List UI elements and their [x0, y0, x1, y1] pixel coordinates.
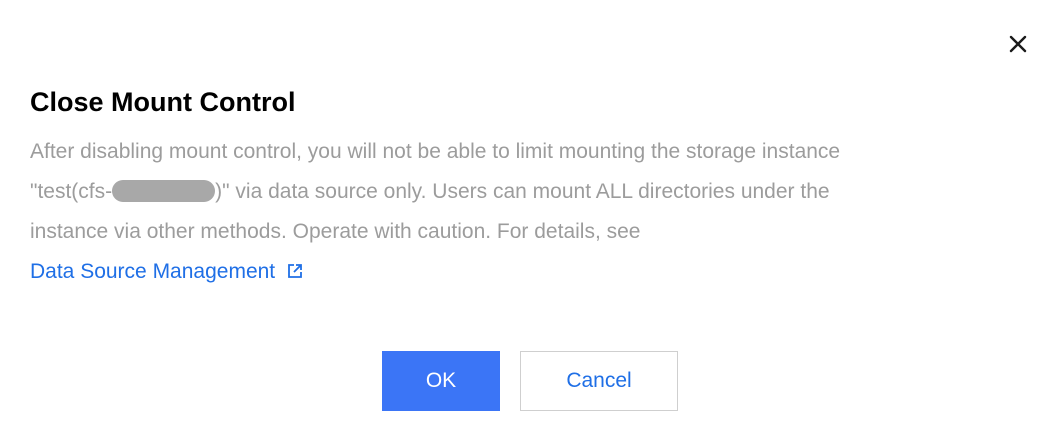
data-source-management-link[interactable]: Data Source Management	[30, 252, 303, 293]
dialog-message: After disabling mount control, you will …	[30, 132, 1010, 252]
close-icon	[1009, 35, 1027, 53]
message-line-2-suffix: )" via data source only. Users can mount…	[215, 180, 830, 203]
message-line-1: After disabling mount control, you will …	[30, 140, 841, 163]
message-line-2-prefix: "test(cfs-	[30, 180, 113, 203]
redacted-instance-id	[112, 180, 216, 202]
link-label: Data Source Management	[30, 260, 276, 283]
dialog-title: Close Mount Control	[30, 87, 296, 117]
close-button[interactable]	[1006, 32, 1030, 56]
message-line-2: "test(cfs- )" via data source only. Users…	[30, 172, 1010, 212]
message-line-3: instance via other methods. Operate with…	[30, 220, 641, 243]
ok-button[interactable]: OK	[382, 351, 500, 411]
close-mount-control-dialog: Close Mount Control After disabling moun…	[0, 0, 1052, 438]
external-link-icon	[287, 253, 303, 293]
cancel-button[interactable]: Cancel	[520, 351, 678, 411]
